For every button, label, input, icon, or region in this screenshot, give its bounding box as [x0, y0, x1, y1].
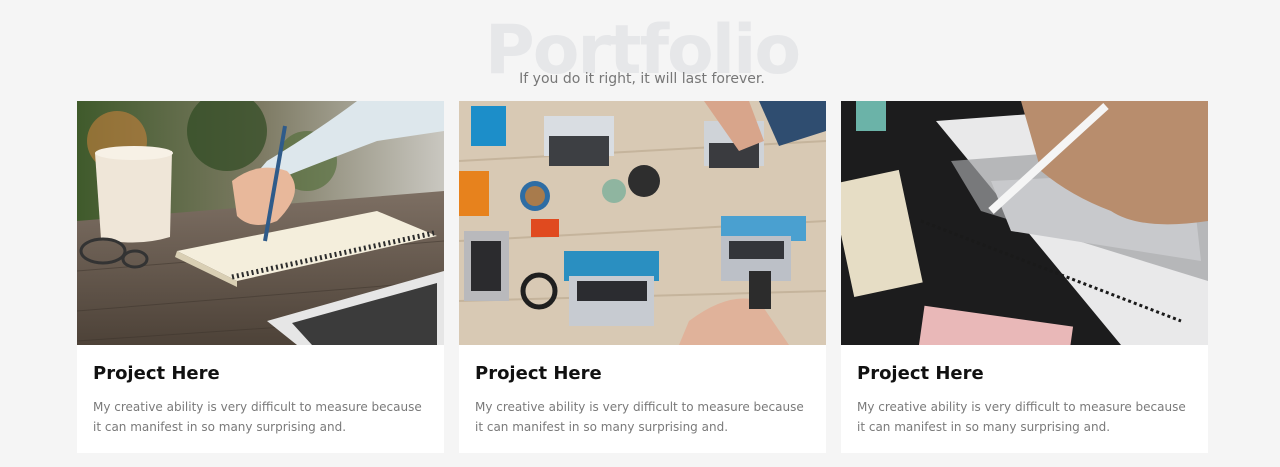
project-card[interactable]: Project Here My creative ability is very…	[77, 101, 444, 453]
section-subtitle: If you do it right, it will last forever…	[519, 71, 765, 87]
project-title[interactable]: Project Here	[475, 363, 602, 385]
project-card[interactable]: Project Here My creative ability is very…	[841, 101, 1208, 453]
project-card[interactable]: Project Here My creative ability is very…	[459, 101, 826, 453]
project-title[interactable]: Project Here	[857, 363, 984, 385]
project-description: My creative ability is very difficult to…	[93, 400, 422, 434]
portfolio-section: Portfolio If you do it right, it will la…	[0, 0, 1280, 467]
project-description: My creative ability is very difficult to…	[857, 400, 1186, 434]
project-image[interactable]	[459, 101, 826, 345]
photo-writing-notebook	[77, 101, 444, 345]
project-image[interactable]	[77, 101, 444, 345]
project-title[interactable]: Project Here	[93, 363, 220, 385]
project-image[interactable]	[841, 101, 1208, 345]
project-grid: Project Here My creative ability is very…	[77, 101, 1208, 453]
photo-answer-sheet	[841, 101, 1208, 345]
project-description: My creative ability is very difficult to…	[475, 400, 804, 434]
photo-team-laptops	[459, 101, 826, 345]
